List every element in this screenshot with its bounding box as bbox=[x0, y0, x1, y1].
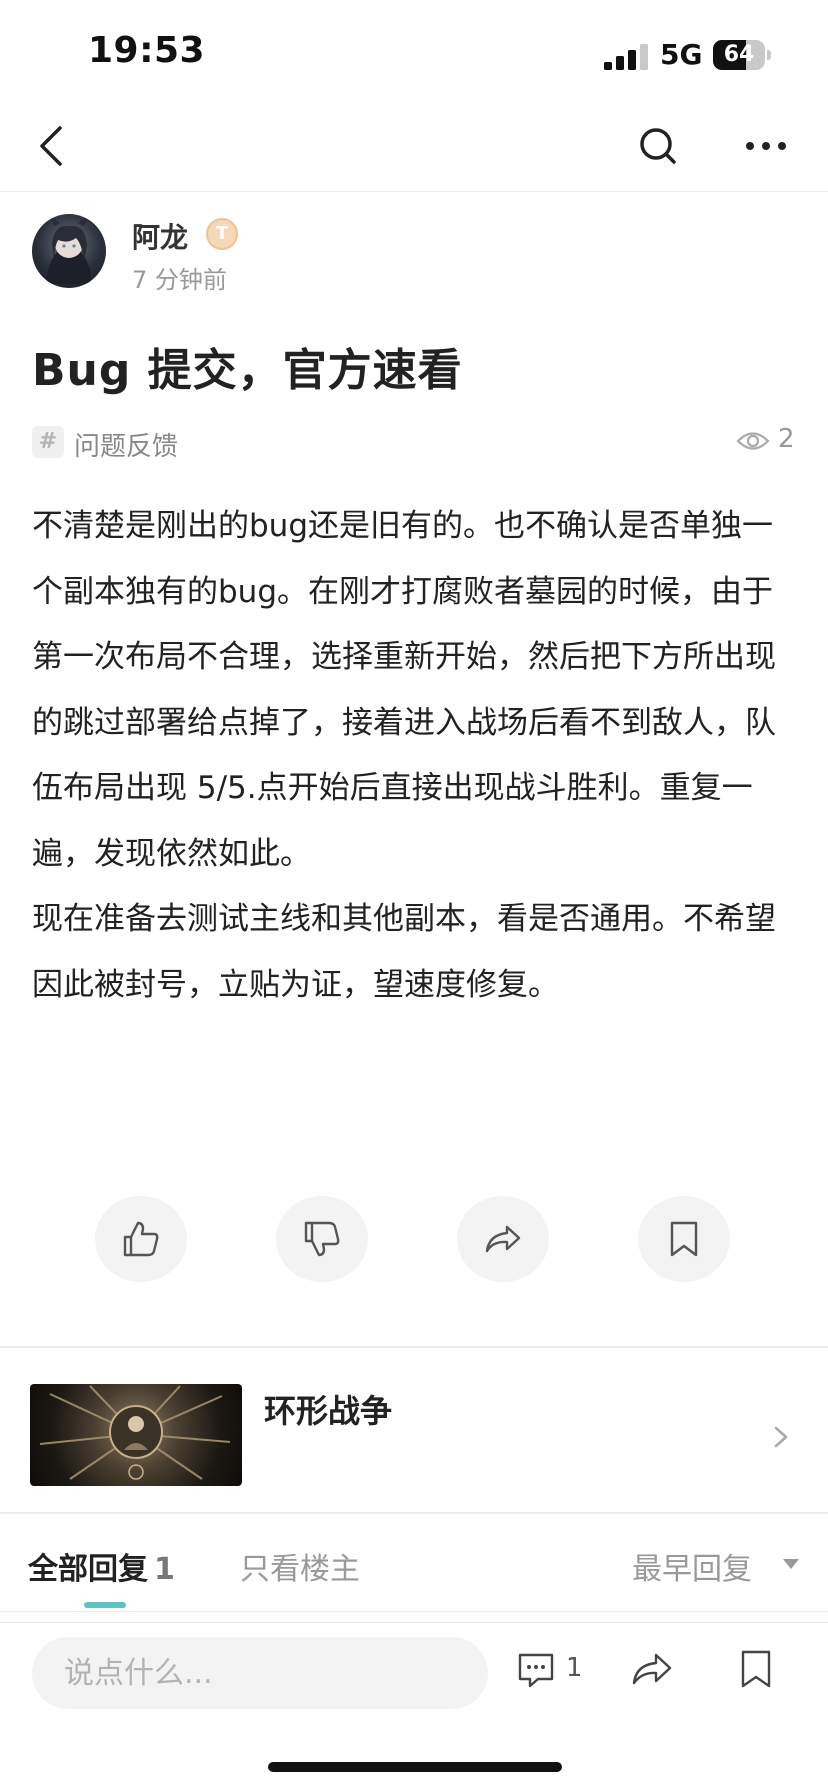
nav-bar bbox=[0, 100, 828, 192]
post-title: Bug 提交，官方速看 bbox=[32, 345, 463, 396]
active-tab-indicator bbox=[84, 1602, 126, 1608]
battery-percent: 64 bbox=[723, 42, 755, 67]
post-body: 不清楚是刚出的bug还是旧有的。也不确认是否单独一个副本独有的bug。在刚才打腐… bbox=[32, 494, 796, 1018]
comment-input[interactable] bbox=[32, 1637, 488, 1709]
comment-icon[interactable] bbox=[516, 1649, 556, 1689]
post-paragraph: 不清楚是刚出的bug还是旧有的。也不确认是否单独一个副本独有的bug。在刚才打腐… bbox=[32, 508, 776, 872]
tab-all-replies[interactable]: 全部回复 1 bbox=[28, 1544, 175, 1588]
eye-icon bbox=[736, 432, 770, 450]
battery-icon: 64 bbox=[713, 40, 771, 70]
post-actions bbox=[0, 1196, 828, 1282]
back-icon[interactable] bbox=[26, 118, 82, 174]
bookmark-button[interactable] bbox=[638, 1196, 730, 1282]
author-name[interactable]: 阿龙 bbox=[132, 216, 188, 256]
author-header: 阿龙 T 7 分钟前 bbox=[32, 214, 792, 294]
chevron-right-icon bbox=[774, 1426, 788, 1448]
avatar[interactable] bbox=[32, 214, 106, 288]
game-card[interactable]: 环形战争 bbox=[0, 1350, 828, 1510]
share-icon[interactable] bbox=[630, 1649, 674, 1689]
thumbs-down-icon bbox=[304, 1221, 340, 1257]
dislike-button[interactable] bbox=[276, 1196, 368, 1282]
game-artwork bbox=[39, 1385, 231, 1480]
avatar-image bbox=[46, 216, 92, 284]
bottom-bar: 1 bbox=[0, 1622, 828, 1742]
topic-tag-label: 问题反馈 bbox=[74, 432, 179, 462]
divider bbox=[0, 1512, 828, 1514]
reply-tabs: 全部回复 1 只看楼主 最早回复 bbox=[0, 1516, 828, 1612]
status-bar: 19:53 5G 64 bbox=[0, 0, 828, 100]
search-icon[interactable] bbox=[630, 118, 686, 174]
user-level-badge: T bbox=[206, 218, 238, 250]
view-count-value: 2 bbox=[778, 424, 795, 454]
comment-count: 1 bbox=[566, 1653, 583, 1683]
home-indicator bbox=[268, 1762, 562, 1772]
post-time: 7 分钟前 bbox=[132, 266, 227, 294]
status-time: 19:53 bbox=[88, 30, 206, 71]
like-button[interactable] bbox=[95, 1196, 187, 1282]
reply-count: 1 bbox=[154, 1552, 175, 1587]
network-type: 5G bbox=[660, 38, 703, 71]
tab-all-label: 全部回复 bbox=[28, 1552, 148, 1587]
bookmark-icon bbox=[670, 1221, 698, 1257]
share-button[interactable] bbox=[457, 1196, 549, 1282]
game-thumbnail bbox=[30, 1384, 242, 1486]
thumbs-up-icon bbox=[123, 1221, 159, 1257]
divider bbox=[0, 1346, 828, 1348]
sort-dropdown[interactable]: 最早回复 bbox=[632, 1544, 752, 1588]
post-paragraph: 现在准备去测试主线和其他副本，看是否通用。不希望因此被封号，立贴为证，望速度修复… bbox=[32, 901, 776, 1003]
caret-down-icon[interactable] bbox=[782, 1558, 800, 1570]
game-name: 环形战争 bbox=[264, 1392, 393, 1430]
more-icon[interactable] bbox=[738, 118, 794, 174]
bookmark-icon[interactable] bbox=[738, 1649, 774, 1689]
tab-op-only[interactable]: 只看楼主 bbox=[240, 1544, 360, 1588]
share-icon bbox=[485, 1225, 521, 1253]
view-count: 2 bbox=[736, 424, 796, 460]
signal-icon bbox=[604, 44, 648, 70]
hash-icon: # bbox=[32, 426, 64, 458]
